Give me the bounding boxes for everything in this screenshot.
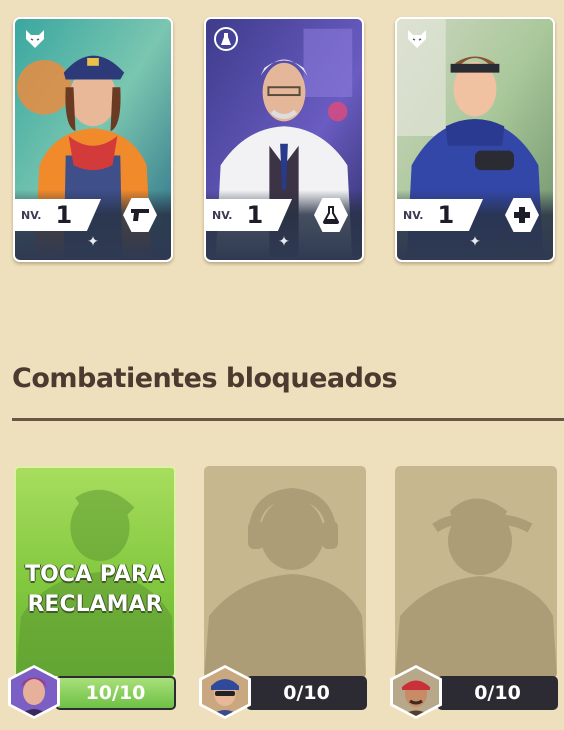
claim-label-line2: RECLAMAR xyxy=(27,592,163,617)
fighter-silhouette xyxy=(204,488,366,678)
fighter-card-3[interactable]: NV. 1 ✦ xyxy=(395,17,555,262)
level-badge: NV. 1 xyxy=(397,199,483,231)
fighter-silhouette xyxy=(395,498,557,678)
locked-fighter-card-3[interactable] xyxy=(395,466,557,678)
progress-text: 10/10 xyxy=(85,682,146,704)
sparkle-icon: ✦ xyxy=(469,234,481,250)
progress-bar-2: 0/10 xyxy=(246,676,367,710)
progress-bar-3: 0/10 xyxy=(437,676,558,710)
level-badge: NV. 1 xyxy=(15,199,101,231)
flask-emblem-icon xyxy=(214,27,238,51)
level-number: 1 xyxy=(437,201,455,229)
wolf-icon xyxy=(405,27,429,51)
locked-fighter-card-2[interactable] xyxy=(204,466,366,678)
fighter-avatar-2 xyxy=(199,665,251,719)
claim-label-line1: TOCA PARA xyxy=(25,562,165,587)
progress-bar-1: 10/10 xyxy=(55,676,176,710)
fighter-card-2[interactable]: NV. 1 ✦ xyxy=(204,17,364,262)
section-title: Combatientes bloqueados xyxy=(12,363,398,394)
fighter-avatar-1 xyxy=(8,665,60,719)
progress-text: 0/10 xyxy=(474,682,521,704)
level-number: 1 xyxy=(55,201,73,229)
fighter-card-1[interactable]: NV. 1 ✦ xyxy=(13,17,173,262)
level-prefix: NV. xyxy=(212,208,233,222)
fighter-avatar-3 xyxy=(390,665,442,719)
wolf-icon xyxy=(23,27,47,51)
level-prefix: NV. xyxy=(403,208,424,222)
level-prefix: NV. xyxy=(21,208,42,222)
level-badge: NV. 1 xyxy=(206,199,292,231)
sparkle-icon: ✦ xyxy=(278,234,290,250)
section-divider xyxy=(12,418,564,421)
claim-label[interactable]: TOCA PARA RECLAMAR xyxy=(16,560,174,620)
locked-fighter-card-1[interactable]: TOCA PARA RECLAMAR xyxy=(14,466,176,678)
level-number: 1 xyxy=(246,201,264,229)
sparkle-icon: ✦ xyxy=(87,234,99,250)
progress-text: 0/10 xyxy=(283,682,330,704)
